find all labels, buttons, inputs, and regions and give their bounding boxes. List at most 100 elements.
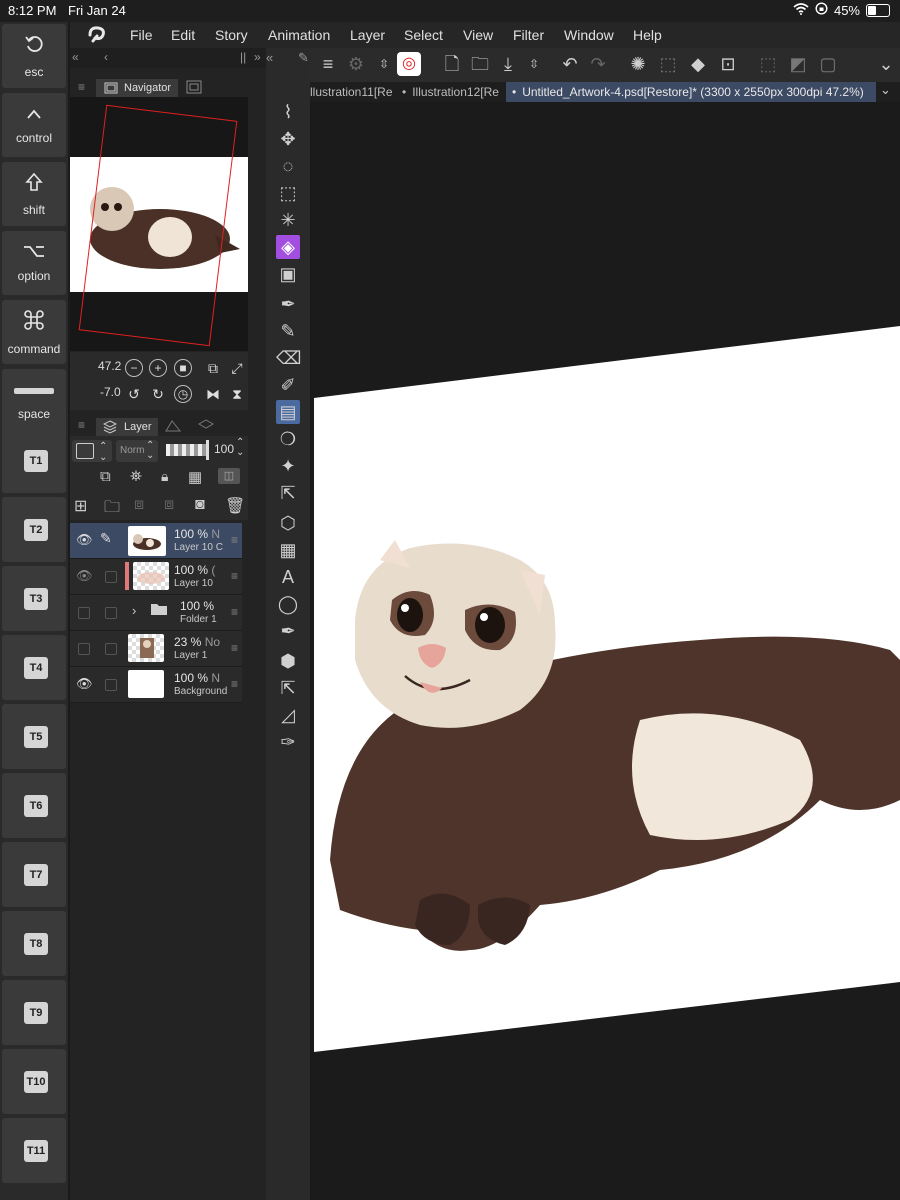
trash-icon[interactable]: 🗑︎ [225, 496, 245, 516]
gradient-tool-icon[interactable]: ▣ [276, 262, 300, 286]
eraser-tool-icon[interactable]: ⌫ [276, 346, 301, 370]
new-folder-icon[interactable]: 🗀︎ [104, 496, 120, 523]
layer-row[interactable]: › 100 % Folder 1 ≡ [70, 595, 242, 631]
correct-line-tool-icon[interactable]: ✒ [276, 619, 300, 643]
zoom-in-icon[interactable]: + [149, 359, 167, 377]
lock-icon[interactable]: 🔒︎ [161, 468, 168, 485]
settings-icon[interactable]: ⚙ [344, 52, 368, 76]
mask-toggle-icon[interactable]: ◫ [218, 468, 240, 484]
layer-drag-handle-icon[interactable]: ≡ [231, 569, 238, 583]
shape-tool-icon[interactable]: ⬡ [276, 511, 300, 535]
menu-help[interactable]: Help [633, 27, 662, 43]
clip-studio-assets-icon[interactable]: ◎ [397, 52, 421, 76]
fit-to-window-icon[interactable]: ⤢ [228, 359, 246, 377]
shift-key[interactable]: shift [2, 162, 66, 226]
clip-studio-icon[interactable] [86, 25, 108, 50]
layer-drag-handle-icon[interactable]: ≡ [231, 677, 238, 691]
object-select-tool-icon[interactable]: ⇱ [276, 676, 300, 700]
decoration-tool-icon[interactable]: ✦ [276, 454, 300, 478]
chevron-left-icon[interactable]: ‹ [104, 50, 108, 64]
eye-icon[interactable]: 👁︎ [76, 532, 93, 548]
chevron-right-icon[interactable]: › [132, 603, 136, 618]
blend-tool-icon[interactable]: ❍ [276, 427, 300, 451]
panel-menu-icon[interactable]: ≡ [78, 80, 85, 94]
redo-icon[interactable]: ↷ [586, 52, 610, 76]
tab-list-chevron-icon[interactable]: ⌄ [880, 82, 891, 98]
ruler-tool-icon[interactable]: ◿ [276, 703, 300, 727]
layer-select-checkbox[interactable] [105, 679, 117, 691]
show-selection-icon[interactable]: ▢ [816, 52, 840, 76]
fill-selection-icon[interactable]: ◆ [686, 52, 710, 76]
tool-key-t2[interactable]: T2 [2, 497, 66, 562]
layer-drag-handle-icon[interactable]: ≡ [231, 533, 238, 547]
zoom-value[interactable]: 47.2 [98, 359, 121, 373]
vector-pen-tool-icon[interactable]: ✑ [276, 730, 300, 754]
tool-key-t9[interactable]: T9 [2, 980, 66, 1045]
tab-untitled-artwork[interactable]: • Untitled_Artwork-4.psd[Restore]* (3300 … [506, 82, 876, 102]
command-key[interactable]: command [2, 300, 66, 364]
3d-object-tool-icon[interactable]: ⬢ [276, 649, 300, 673]
transfer-to-lower-layer-icon[interactable]: ⧈ [134, 496, 144, 514]
merge-down-icon[interactable]: ⧈ [164, 496, 174, 514]
rotation-value[interactable]: -7.0 [100, 385, 121, 399]
menu-icon[interactable]: ≡ [316, 52, 340, 76]
stepper-icon[interactable]: ⇳ [372, 52, 396, 76]
eye-icon[interactable]: 👁︎ [76, 568, 93, 584]
rotate-left-icon[interactable]: ↺ [125, 385, 143, 403]
option-key[interactable]: option [2, 231, 66, 295]
tab-illustration12[interactable]: • Illustration12[Re [402, 82, 506, 102]
transform-icon[interactable]: ⊡ [716, 52, 740, 76]
drag-handle-icon[interactable]: || [240, 50, 246, 64]
tool-key-t1[interactable]: T1 [2, 428, 66, 493]
blend-mode-select[interactable]: Norm ⌃ ⌄ [116, 440, 158, 462]
tool-key-t11[interactable]: T11 [2, 1118, 66, 1183]
eye-icon[interactable]: 👁︎ [76, 676, 93, 692]
fill-tool-icon[interactable]: ◈ [276, 235, 300, 259]
menu-select[interactable]: Select [404, 27, 443, 43]
new-canvas-icon[interactable]: 🗋︎ [440, 52, 464, 76]
save-icon[interactable]: ⤓ [496, 52, 520, 76]
clear-outside-selection-icon[interactable]: ⬚ [656, 52, 680, 76]
move-tool-icon[interactable]: ✥ [276, 127, 300, 151]
layer-select-checkbox[interactable] [105, 643, 117, 655]
canvas-artwork[interactable] [312, 102, 900, 1200]
undo-icon[interactable]: ↶ [558, 52, 582, 76]
create-mask-icon[interactable]: ◙ [195, 496, 205, 514]
layer-tab[interactable]: Layer [96, 418, 158, 436]
menu-file[interactable]: File [130, 27, 153, 43]
collapse-left-icon[interactable]: « [266, 50, 273, 65]
menu-filter[interactable]: Filter [513, 27, 544, 43]
pen-tool-icon[interactable]: ✒ [276, 292, 300, 316]
tab-illustration11[interactable]: llustration11[Re [310, 82, 396, 102]
reset-rotation-icon[interactable]: ◷ [174, 385, 192, 403]
tool-key-t3[interactable]: T3 [2, 566, 66, 631]
lock-transparency-icon[interactable]: ▦ [188, 468, 202, 486]
frame-tool-icon[interactable]: ▦ [276, 538, 300, 562]
flip-horizontal-icon[interactable]: ⧓ [204, 385, 222, 403]
text-tool-icon[interactable]: A [276, 565, 300, 589]
expand-right-icon[interactable]: » [254, 50, 261, 64]
operation-tool-icon[interactable]: ⇱ [276, 481, 300, 505]
pen-mini-icon[interactable]: ✎ [298, 50, 309, 66]
navigator-view-frame[interactable] [78, 104, 238, 347]
opacity-value[interactable]: 100 [214, 442, 234, 456]
brush-tool-icon[interactable]: ✐ [276, 373, 300, 397]
tool-key-t7[interactable]: T7 [2, 842, 66, 907]
tool-key-t5[interactable]: T5 [2, 704, 66, 769]
menu-animation[interactable]: Animation [268, 27, 330, 43]
tool-key-t4[interactable]: T4 [2, 635, 66, 700]
layer-row[interactable]: 23 % No Layer 1 ≡ [70, 631, 242, 667]
collapse-left-icon[interactable]: « [72, 50, 79, 64]
layer-row[interactable]: 👁︎ 100 % ( Layer 10 ≡ [70, 559, 242, 595]
menu-edit[interactable]: Edit [171, 27, 195, 43]
fit-to-screen-icon[interactable]: ⧉ [204, 359, 222, 377]
lasso-tool-icon[interactable]: ◌ [276, 154, 300, 178]
esc-key[interactable]: esc [2, 24, 66, 88]
navigator-tab[interactable]: Navigator [96, 79, 178, 97]
fit-stop-icon[interactable]: ■ [174, 359, 192, 377]
airbrush-tool-icon[interactable]: ▤ [276, 400, 300, 424]
visibility-checkbox[interactable] [78, 643, 90, 655]
stepper-icon[interactable]: ⇳ [522, 52, 546, 76]
menu-layer[interactable]: Layer [350, 27, 385, 43]
canvas-area[interactable] [312, 102, 900, 1200]
